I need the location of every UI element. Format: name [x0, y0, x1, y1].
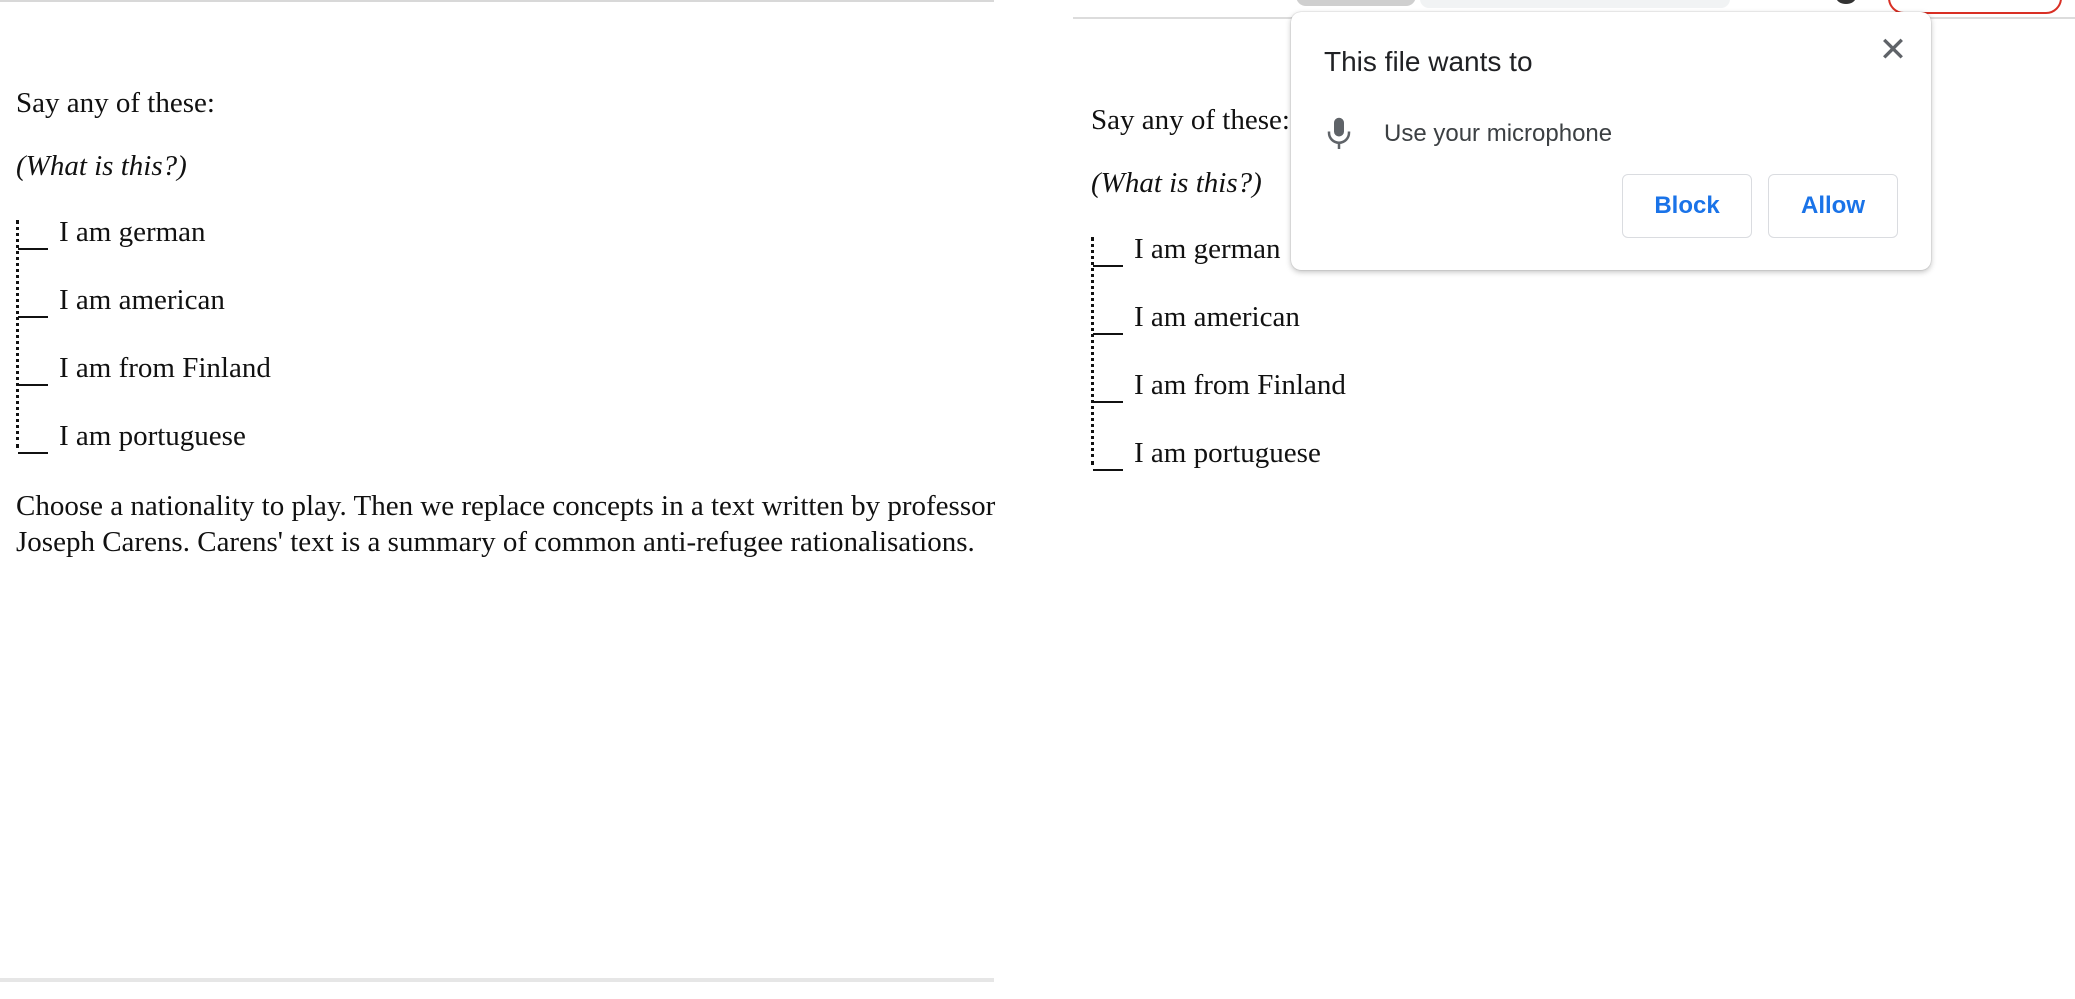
nationality-options: I am german I am american I am from Finl…	[16, 212, 996, 462]
browser-profile-icon[interactable]	[1836, 0, 1856, 4]
say-prompt: Say any of these:	[16, 87, 215, 119]
page-bottom-edge	[0, 978, 994, 982]
left-page-content: Say any of these: (What is this?) I am g…	[16, 86, 996, 560]
block-button[interactable]: Block	[1622, 174, 1752, 238]
option-finland[interactable]: I am from Finland	[16, 348, 996, 416]
permission-text: Use your microphone	[1384, 120, 1613, 147]
option-american[interactable]: I am american	[1091, 297, 1346, 365]
popup-title: This file wants to	[1324, 46, 1533, 77]
option-german[interactable]: I am german	[16, 212, 996, 280]
option-finland[interactable]: I am from Finland	[1091, 365, 1346, 433]
option-american[interactable]: I am american	[16, 280, 996, 348]
close-icon[interactable]: ✕	[1875, 32, 1911, 68]
microphone-icon	[1324, 116, 1354, 152]
browser-address-bar[interactable]	[1420, 0, 1730, 8]
what-is-this-link[interactable]: (What is this?)	[16, 149, 996, 184]
left-page: Say any of these: (What is this?) I am g…	[0, 0, 996, 982]
allow-button[interactable]: Allow	[1768, 174, 1898, 238]
browser-tab[interactable]	[1296, 0, 1416, 6]
option-portuguese[interactable]: I am portuguese	[1091, 433, 1346, 479]
permission-row: Use your microphone	[1324, 114, 1612, 154]
description-text: Choose a nationality to play. Then we re…	[16, 489, 996, 558]
permission-popup: This file wants to ✕ Use your microphone…	[1291, 12, 1931, 270]
option-portuguese[interactable]: I am portuguese	[16, 416, 996, 462]
